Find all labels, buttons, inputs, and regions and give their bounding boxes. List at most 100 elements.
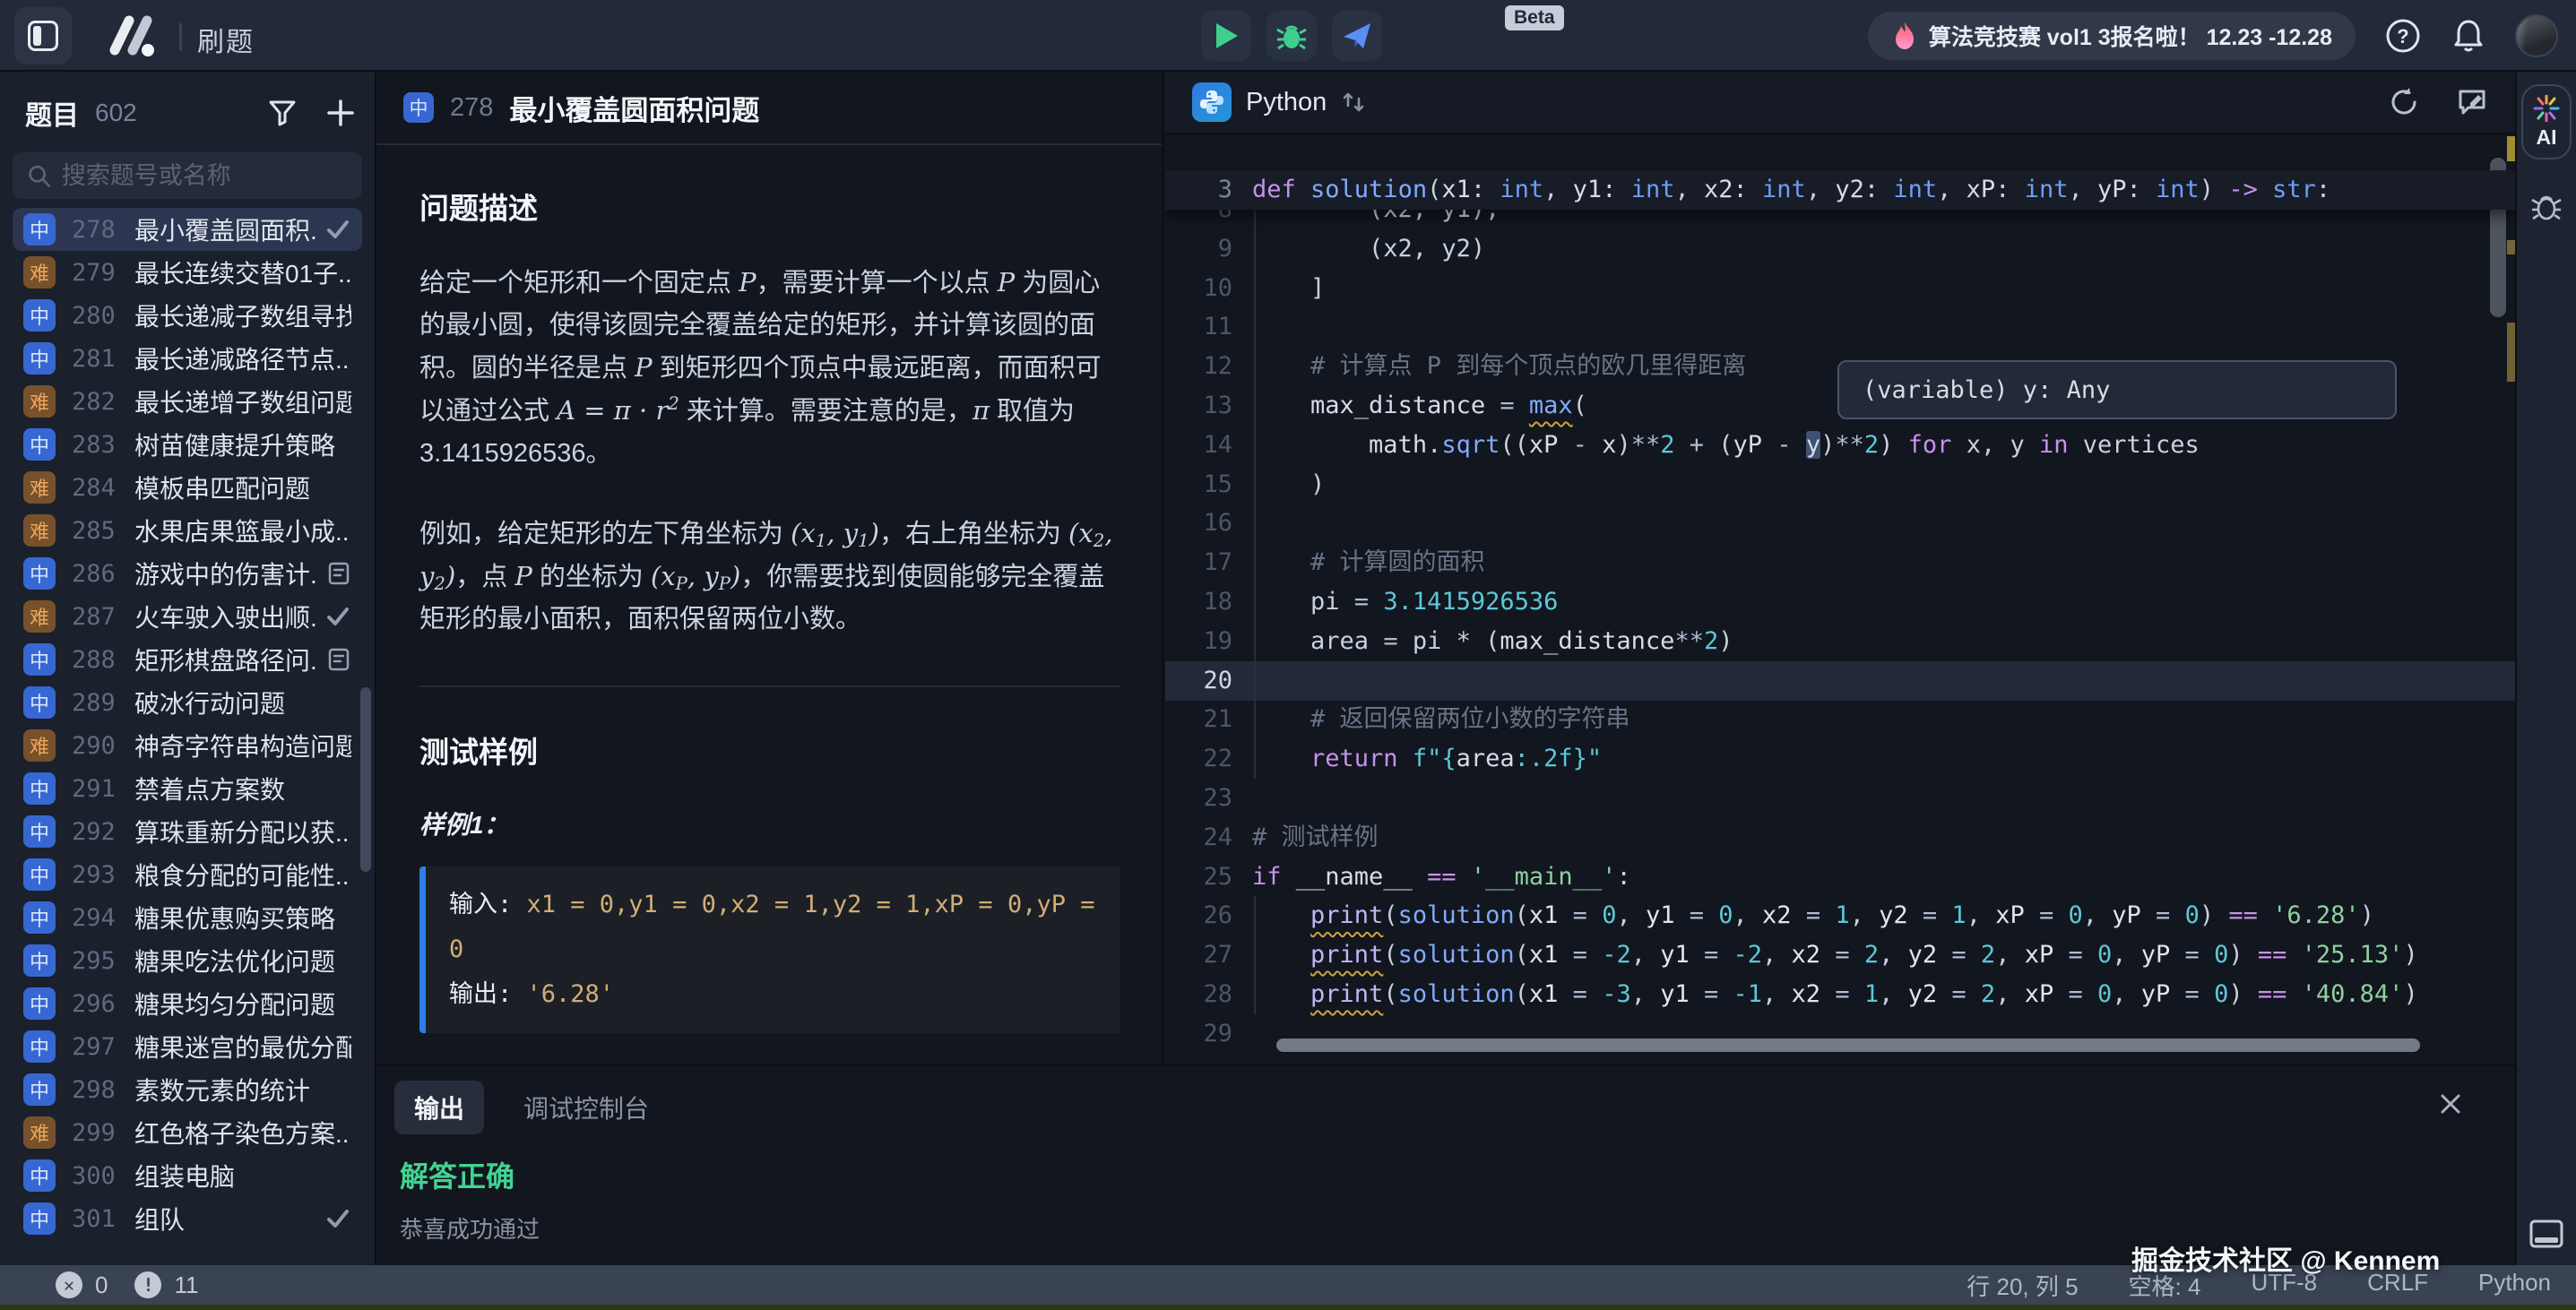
- problem-title: 树苗健康提升策略: [134, 427, 351, 462]
- encoding[interactable]: UTF-8: [2251, 1269, 2317, 1302]
- error-count[interactable]: 0: [95, 1271, 108, 1299]
- contest-banner[interactable]: 算法竞技赛 vol1 3报名啦！ 12.23 -12.28: [1868, 12, 2356, 60]
- problem-list-item[interactable]: 难 287 火车驶入驶出顺...: [13, 595, 362, 638]
- problem-list-item[interactable]: 难 285 水果店果篮最小成...: [13, 509, 362, 552]
- problem-title: 糖果优惠购买策略: [134, 900, 351, 935]
- problem-list-item[interactable]: 难 299 红色格子染色方案...: [13, 1111, 362, 1154]
- code-line-17[interactable]: 17 # 计算圆的面积: [1165, 543, 2515, 582]
- search-input[interactable]: [62, 162, 348, 190]
- problem-title: 红色格子染色方案...: [134, 1115, 351, 1151]
- problem-list-item[interactable]: 中 300 组装电脑: [13, 1154, 362, 1197]
- problem-list-item[interactable]: 中 292 算珠重新分配以获...: [13, 810, 362, 853]
- warning-circle-icon[interactable]: !: [134, 1271, 161, 1298]
- problem-number: 280: [72, 302, 129, 330]
- close-panel-button[interactable]: [2438, 1091, 2463, 1116]
- difficulty-badge: 难: [23, 1116, 56, 1149]
- problem-list-item[interactable]: 中 297 糖果迷宫的最优分配: [13, 1025, 362, 1068]
- indentation-setting[interactable]: 空格: 4: [2129, 1269, 2201, 1302]
- code-line-25[interactable]: 25if __name__ == '__main__':: [1165, 858, 2515, 897]
- problem-list-item[interactable]: 中 280 最长递减子数组寻找: [13, 294, 362, 337]
- difficulty-badge: 中: [23, 858, 56, 891]
- problem-title: 最小覆盖圆面积...: [134, 211, 317, 247]
- cursor-position[interactable]: 行 20, 列 5: [1967, 1269, 2078, 1302]
- indent-guide: [1254, 190, 1256, 779]
- problem-number: 283: [72, 431, 129, 459]
- code-line-16[interactable]: 16: [1165, 504, 2515, 543]
- problem-list-item[interactable]: 难 279 最长连续交替01子...: [13, 251, 362, 294]
- problem-list-item[interactable]: 中 289 破冰行动问题: [13, 681, 362, 724]
- code-line-28[interactable]: 28 print(solution(x1 = -3, y1 = -1, x2 =…: [1165, 975, 2515, 1014]
- problem-list-item[interactable]: 中 288 矩形棋盘路径问...: [13, 638, 362, 681]
- problem-list-item[interactable]: 难 284 模板串匹配问题: [13, 466, 362, 509]
- feedback-button[interactable]: [2456, 86, 2488, 118]
- code-line-9[interactable]: 9 (x2, y2): [1165, 229, 2515, 269]
- code-line-27[interactable]: 27 print(solution(x1 = -2, y1 = -2, x2 =…: [1165, 935, 2515, 975]
- search-box[interactable]: [13, 152, 362, 199]
- problem-list-item[interactable]: 中 296 糖果均匀分配问题: [13, 982, 362, 1025]
- logo[interactable]: [106, 14, 160, 57]
- debug-panel-button[interactable]: [2529, 190, 2563, 222]
- problem-list-item[interactable]: 难 290 神奇字符串构造问题: [13, 724, 362, 767]
- code-line-20[interactable]: 20: [1165, 661, 2515, 701]
- divider: [179, 23, 182, 50]
- switch-language-button[interactable]: [1341, 90, 1366, 115]
- problem-list-item[interactable]: 中 298 素数元素的统计: [13, 1068, 362, 1111]
- difficulty-badge: 中: [403, 92, 434, 123]
- eol-setting[interactable]: CRLF: [2367, 1269, 2428, 1302]
- code-line-10[interactable]: 10 ]: [1165, 269, 2515, 308]
- warning-count[interactable]: 11: [174, 1271, 198, 1299]
- language-label: Python: [1246, 88, 1327, 117]
- topbar: 刷题 Beta 算法: [0, 0, 2576, 72]
- problem-list-item[interactable]: 中 293 粮食分配的可能性...: [13, 853, 362, 896]
- ai-assistant-button[interactable]: AI: [2521, 84, 2572, 159]
- debug-bug-icon: [1276, 21, 1307, 51]
- problem-list: 中 278 最小覆盖圆面积... 难 279 最长连续交替01子...: [0, 208, 375, 1265]
- code-line-22[interactable]: 22 return f"{area:.2f}": [1165, 739, 2515, 779]
- tab-debug-console[interactable]: 调试控制台: [504, 1081, 669, 1134]
- problem-number: 299: [72, 1119, 129, 1147]
- problem-list-item[interactable]: 中 301 组队: [13, 1197, 362, 1240]
- horizontal-scrollbar[interactable]: [1276, 1039, 2420, 1052]
- code-line-11[interactable]: 11: [1165, 307, 2515, 347]
- sidebar-scrollbar[interactable]: [360, 687, 371, 872]
- problem-list-item[interactable]: 中 278 最小覆盖圆面积...: [13, 208, 362, 251]
- difficulty-badge: 中: [23, 1073, 56, 1106]
- problem-list-item[interactable]: 难 282 最长递增子数组问题: [13, 380, 362, 423]
- avatar[interactable]: [2515, 14, 2558, 57]
- problem-list-item[interactable]: 中 283 树苗健康提升策略: [13, 423, 362, 466]
- code-area[interactable]: 8 (x2, y1),9 (x2, y2)10 ]1112 # 计算点 P 到每…: [1165, 134, 2515, 1064]
- filter-icon: [267, 98, 298, 128]
- error-circle-icon[interactable]: ✕: [56, 1271, 82, 1298]
- code-line-14[interactable]: 14 math.sqrt((xP - x)**2 + (yP - y)**2) …: [1165, 426, 2515, 465]
- sticky-code-line: 3def solution(x1: int, y1: int, x2: int,…: [1165, 170, 2515, 210]
- toggle-panel-button[interactable]: [2528, 1219, 2564, 1249]
- add-problem-button[interactable]: [326, 99, 355, 127]
- help-button[interactable]: ?: [2384, 17, 2422, 55]
- problem-list-item[interactable]: 中 286 游戏中的伤害计...: [13, 552, 362, 595]
- code-line-18[interactable]: 18 pi = 3.1415926536: [1165, 582, 2515, 622]
- code-line-19[interactable]: 19 area = pi * (max_distance**2): [1165, 622, 2515, 661]
- filter-button[interactable]: [267, 98, 298, 128]
- plus-icon: [326, 99, 355, 127]
- sidebar-toggle-button[interactable]: [14, 7, 72, 65]
- code-line-21[interactable]: 21 # 返回保留两位小数的字符串: [1165, 700, 2515, 739]
- problem-list-item[interactable]: 中 295 糖果吃法优化问题: [13, 939, 362, 982]
- code-line-23[interactable]: 23: [1165, 779, 2515, 818]
- problem-list-item[interactable]: 中 281 最长递减路径节点...: [13, 337, 362, 380]
- problem-title: 糖果吃法优化问题: [134, 943, 351, 978]
- problem-number: 281: [72, 345, 129, 373]
- code-line-15[interactable]: 15 ): [1165, 465, 2515, 504]
- problem-title: 组队: [134, 1201, 317, 1237]
- problem-list-item[interactable]: 中 291 禁着点方案数: [13, 767, 362, 810]
- code-line-26[interactable]: 26 print(solution(x1 = 0, y1 = 0, x2 = 1…: [1165, 896, 2515, 935]
- notifications-button[interactable]: [2451, 17, 2486, 55]
- debug-button[interactable]: [1266, 11, 1317, 61]
- problem-list-item[interactable]: 中 294 糖果优惠购买策略: [13, 896, 362, 939]
- code-line-24[interactable]: 24# 测试样例: [1165, 818, 2515, 858]
- share-button[interactable]: Beta: [1332, 11, 1382, 61]
- description-heading: 问题描述: [419, 185, 1120, 228]
- tab-output[interactable]: 输出: [394, 1081, 484, 1134]
- reset-code-button[interactable]: [2388, 86, 2420, 118]
- run-button[interactable]: [1201, 11, 1251, 61]
- language-mode[interactable]: Python: [2478, 1269, 2551, 1302]
